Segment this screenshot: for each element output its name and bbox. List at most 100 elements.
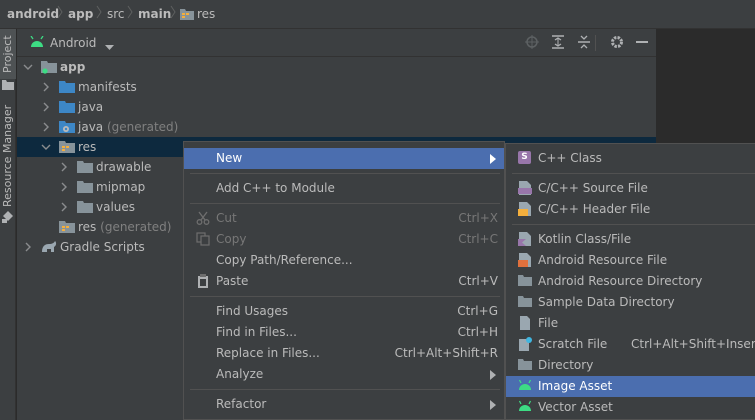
- gear-icon[interactable]: [610, 35, 624, 52]
- tree-row-java[interactable]: java: [17, 97, 656, 117]
- file-icon: [518, 316, 532, 330]
- submenu-item-directory[interactable]: Directory: [506, 355, 755, 376]
- chevron-right-icon[interactable]: [57, 200, 71, 214]
- minimize-icon[interactable]: [636, 41, 648, 43]
- breadcrumb-android[interactable]: android: [7, 7, 59, 21]
- menu-item-cut[interactable]: Cut Ctrl+X: [184, 208, 504, 229]
- menu-item-analyze[interactable]: Analyze: [184, 364, 504, 385]
- tree-row-app[interactable]: app: [17, 57, 656, 77]
- menu-item-find-in-files[interactable]: Find in Files... Ctrl+H: [184, 322, 504, 343]
- shortcut: Ctrl+C: [458, 232, 498, 246]
- kotlin-file-icon: [518, 232, 532, 246]
- android-resource-file-icon: [518, 253, 532, 267]
- folder-icon: [77, 200, 93, 214]
- expand-all-icon[interactable]: [551, 35, 565, 52]
- menu-item-paste[interactable]: Paste Ctrl+V: [184, 271, 504, 292]
- android-icon: [29, 35, 45, 51]
- tree-label: manifests: [78, 80, 137, 94]
- generated-folder-icon: [59, 120, 75, 134]
- chevron-right-icon[interactable]: [21, 240, 35, 254]
- submenu-item-kotlin[interactable]: Kotlin Class/File: [506, 229, 755, 250]
- cpp-class-icon: S: [518, 151, 532, 165]
- cpp-header-file-icon: [518, 202, 532, 216]
- menu-item-label: Find in Files...: [216, 325, 297, 339]
- shortcut: Ctrl+Alt+Shift+Insert: [631, 337, 755, 351]
- shortcut: Ctrl+Alt+Shift+R: [394, 346, 498, 360]
- submenu-item-android-resource-file[interactable]: Android Resource File: [506, 250, 755, 271]
- menu-item-find-usages[interactable]: Find Usages Ctrl+G: [184, 301, 504, 322]
- chevron-right-icon[interactable]: [39, 100, 53, 114]
- tree-row-java-generated[interactable]: java (generated): [17, 117, 656, 137]
- submenu-item-android-resource-directory[interactable]: Android Resource Directory: [506, 271, 755, 292]
- shortcut: Ctrl+G: [457, 304, 498, 318]
- tree-label: app: [60, 60, 86, 74]
- menu-item-label: Replace in Files...: [216, 346, 320, 360]
- menu-item-label: New: [216, 151, 243, 165]
- menu-separator: [190, 389, 500, 390]
- gradle-icon: [41, 240, 57, 254]
- breadcrumb-app[interactable]: app: [68, 7, 93, 21]
- folder-icon: [77, 180, 93, 194]
- android-icon: [518, 379, 532, 393]
- submenu-item-label: Directory: [538, 358, 594, 372]
- resource-folder-icon: [59, 220, 75, 234]
- chevron-right-icon[interactable]: [39, 120, 53, 134]
- chevron-down-icon[interactable]: [105, 40, 114, 54]
- menu-item-label: Copy Path/Reference...: [216, 253, 353, 267]
- chevron-down-icon[interactable]: [39, 140, 53, 154]
- chevron-right-icon[interactable]: [57, 180, 71, 194]
- submenu-item-scratch-file[interactable]: Scratch File Ctrl+Alt+Shift+Insert: [506, 334, 755, 355]
- resource-folder-icon: [180, 8, 194, 23]
- menu-item-copy[interactable]: Copy Ctrl+C: [184, 229, 504, 250]
- breadcrumb-res[interactable]: res: [197, 7, 215, 21]
- menu-item-add-cpp-to-module[interactable]: Add C++ to Module: [184, 178, 504, 199]
- locate-icon[interactable]: [525, 35, 539, 52]
- menu-separator: [512, 224, 755, 225]
- breadcrumb-main[interactable]: main: [138, 7, 171, 21]
- submenu-item-cpp-header[interactable]: C/C++ Header File: [506, 199, 755, 220]
- submenu-item-label: Kotlin Class/File: [538, 232, 632, 246]
- resource-manager-icon: [2, 211, 14, 226]
- submenu-item-file[interactable]: File: [506, 313, 755, 334]
- menu-item-new[interactable]: New: [184, 148, 504, 169]
- menu-item-label: Analyze: [216, 367, 264, 381]
- tab-resource-manager[interactable]: Resource Manager: [0, 105, 16, 225]
- folder-icon: [518, 274, 532, 288]
- project-panel-header: Android: [17, 29, 656, 57]
- scissors-icon: [196, 211, 210, 225]
- menu-item-replace-in-files[interactable]: Replace in Files... Ctrl+Alt+Shift+R: [184, 343, 504, 364]
- submenu-item-cpp-source[interactable]: C/C++ Source File: [506, 178, 755, 199]
- menu-item-label: Refactor: [216, 397, 267, 411]
- submenu-item-sample-data-directory[interactable]: Sample Data Directory: [506, 292, 755, 313]
- shortcut: Ctrl+X: [458, 211, 498, 225]
- folder-icon: [518, 295, 532, 309]
- submenu-item-label: Android Resource File: [538, 253, 668, 267]
- resource-folder-icon: [59, 140, 75, 154]
- submenu-item-label: C/C++ Source File: [538, 181, 648, 195]
- tree-label: values: [96, 200, 136, 214]
- submenu-item-label: Sample Data Directory: [538, 295, 675, 309]
- menu-item-refactor[interactable]: Refactor: [184, 394, 504, 415]
- chevron-right-icon[interactable]: [39, 80, 53, 94]
- menu-separator: [190, 203, 500, 204]
- menu-item-copy-path[interactable]: Copy Path/Reference...: [184, 250, 504, 271]
- chevron-right-icon: [170, 5, 176, 19]
- tree-label: res: [78, 140, 97, 154]
- breadcrumb-src[interactable]: src: [107, 7, 125, 21]
- menu-item-label: Copy: [216, 232, 247, 246]
- tree-row-manifests[interactable]: manifests: [17, 77, 656, 97]
- tree-label: java: [78, 100, 104, 114]
- submenu-item-image-asset[interactable]: Image Asset: [506, 376, 755, 397]
- tab-project[interactable]: Project: [0, 29, 16, 79]
- folder-icon: [59, 100, 75, 114]
- tree-label: mipmap: [96, 180, 146, 194]
- module-folder-icon: [41, 60, 57, 74]
- chevron-right-icon: [96, 5, 102, 19]
- shortcut: Ctrl+H: [457, 325, 498, 339]
- chevron-right-icon[interactable]: [57, 160, 71, 174]
- collapse-all-icon[interactable]: [577, 35, 591, 52]
- view-mode-selector[interactable]: Android: [50, 36, 96, 50]
- submenu-item-vector-asset[interactable]: Vector Asset: [506, 397, 755, 418]
- chevron-down-icon[interactable]: [21, 60, 35, 74]
- submenu-item-cpp-class[interactable]: S C++ Class: [506, 148, 755, 169]
